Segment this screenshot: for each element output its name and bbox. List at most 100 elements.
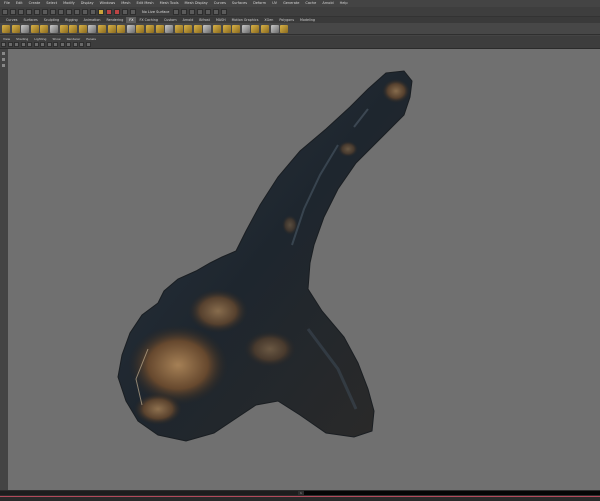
time-range-bar[interactable] (0, 491, 298, 495)
menu-item[interactable]: Curves (214, 0, 226, 7)
shelf-tool-icon[interactable] (203, 24, 212, 33)
menu-item[interactable]: Create (29, 0, 41, 7)
shelf-tool-icon[interactable] (174, 24, 183, 33)
undo-icon[interactable] (26, 8, 32, 15)
shelf-tool-icon[interactable] (145, 24, 154, 33)
shelf-tool-icon[interactable] (213, 24, 222, 33)
xray-icon[interactable] (85, 42, 91, 47)
menu-item[interactable]: Edit Mesh (136, 0, 153, 7)
xyz-field-icon[interactable] (189, 8, 196, 15)
menu-item[interactable]: Mesh Tools (160, 0, 179, 7)
shelf-tool-icon[interactable] (280, 24, 289, 33)
history-icon[interactable] (106, 8, 112, 15)
select-component-icon[interactable] (58, 8, 64, 15)
panel-menu-item[interactable]: View (3, 37, 10, 41)
shelf-tool-icon[interactable] (49, 24, 58, 33)
shelf-tool-icon[interactable] (241, 24, 250, 33)
lasso-tool-icon[interactable] (2, 58, 5, 61)
textured-icon[interactable] (59, 42, 65, 47)
redo-icon[interactable] (34, 8, 40, 15)
shelf-tool-icon[interactable] (232, 24, 241, 33)
new-scene-icon[interactable] (2, 8, 8, 15)
shelf-tool-icon[interactable] (30, 24, 39, 33)
menu-item[interactable]: Cache (305, 0, 316, 7)
shelf-tool-icon[interactable] (21, 24, 30, 33)
symmetry-icon[interactable] (173, 8, 180, 15)
select-camera-icon[interactable] (1, 42, 6, 47)
shelf-tool-icon[interactable] (117, 24, 126, 33)
menu-item[interactable]: Edit (16, 0, 23, 7)
panel-menu-item[interactable]: Panels (86, 37, 96, 41)
shelf-tool-icon[interactable] (270, 24, 279, 33)
menu-item[interactable]: UV (272, 0, 277, 7)
command-line[interactable] (0, 496, 600, 501)
smooth-shade-icon[interactable] (53, 42, 58, 47)
driftwood-model[interactable] (8, 49, 600, 490)
shelf-tool-icon[interactable] (40, 24, 49, 33)
render-settings-icon[interactable] (130, 8, 136, 15)
shelf-tool-icon[interactable] (261, 24, 270, 33)
shadows-icon[interactable] (72, 42, 78, 47)
menu-item[interactable]: Windows (100, 0, 116, 7)
panel-menu-item[interactable]: Renderer (67, 37, 81, 41)
menu-item[interactable]: Deform (253, 0, 266, 7)
snap-view-icon[interactable] (90, 8, 96, 15)
menu-item[interactable]: Mesh (121, 0, 130, 7)
shelf-tool-icon[interactable] (136, 24, 145, 33)
xyz-field-icon[interactable] (197, 8, 204, 15)
shelf-tool-icon[interactable] (155, 24, 164, 33)
shelf-tool-icon[interactable] (165, 24, 174, 33)
menu-item[interactable]: Mesh Display (185, 0, 208, 7)
snap-curve-icon[interactable] (74, 8, 80, 15)
panel-menu-item[interactable]: Lighting (34, 37, 46, 41)
toggle-panel-icon[interactable] (205, 8, 212, 15)
render-icon[interactable] (114, 8, 120, 15)
menu-item[interactable]: Arnold (322, 0, 333, 7)
film-gate-icon[interactable] (33, 42, 39, 47)
shelf-tool-icon[interactable] (69, 24, 78, 33)
shelf-tool-icon[interactable] (222, 24, 231, 33)
magnet-icon[interactable] (98, 8, 104, 15)
shelf-tool-icon[interactable] (184, 24, 193, 33)
grid-icon[interactable] (27, 42, 32, 47)
shelf-tool-icon[interactable] (107, 24, 116, 33)
lights-icon[interactable] (66, 42, 71, 47)
range-slider[interactable] (303, 491, 600, 495)
menu-item[interactable]: Generate (283, 0, 299, 7)
select-object-icon[interactable] (50, 8, 56, 15)
shelf-tool-icon[interactable] (78, 24, 87, 33)
open-scene-icon[interactable] (10, 8, 16, 15)
toggle-panel-icon[interactable] (213, 8, 220, 15)
resolution-gate-icon[interactable] (40, 42, 45, 47)
3d-viewport[interactable] (8, 49, 600, 490)
camera-attributes-icon[interactable] (7, 42, 13, 47)
xyz-field-icon[interactable] (181, 8, 188, 15)
isolate-select-icon[interactable] (79, 42, 84, 47)
snap-grid-icon[interactable] (66, 8, 72, 15)
shelf-tool-icon[interactable] (251, 24, 260, 33)
shelf-tool-icon[interactable] (2, 24, 10, 33)
move-tool-icon[interactable] (2, 64, 5, 67)
menu-item[interactable]: Display (81, 0, 94, 7)
menu-item[interactable]: Select (46, 0, 57, 7)
wireframe-icon[interactable] (46, 42, 52, 47)
menu-item[interactable]: Surfaces (232, 0, 247, 7)
shelf-tool-icon[interactable] (11, 24, 20, 33)
image-plane-icon[interactable] (20, 42, 26, 47)
menu-item[interactable]: Help (340, 0, 348, 7)
menu-item[interactable]: File (4, 0, 10, 7)
shelf-tool-icon[interactable] (59, 24, 68, 33)
snap-point-icon[interactable] (82, 8, 88, 15)
ipr-render-icon[interactable] (122, 8, 128, 15)
live-surface-label[interactable]: No Live Surface (142, 10, 169, 14)
panel-menu-item[interactable]: Shading (16, 37, 28, 41)
save-scene-icon[interactable] (18, 8, 24, 15)
shelf-tool-icon[interactable] (88, 24, 97, 33)
shelf-tool-icon[interactable] (126, 24, 135, 33)
bookmark-icon[interactable] (14, 42, 19, 47)
panel-menu-item[interactable]: Show (52, 37, 60, 41)
shelf-tool-icon[interactable] (97, 24, 106, 33)
menu-item[interactable]: Modify (63, 0, 75, 7)
shelf-tool-icon[interactable] (193, 24, 202, 33)
select-hierarchy-icon[interactable] (42, 8, 48, 15)
